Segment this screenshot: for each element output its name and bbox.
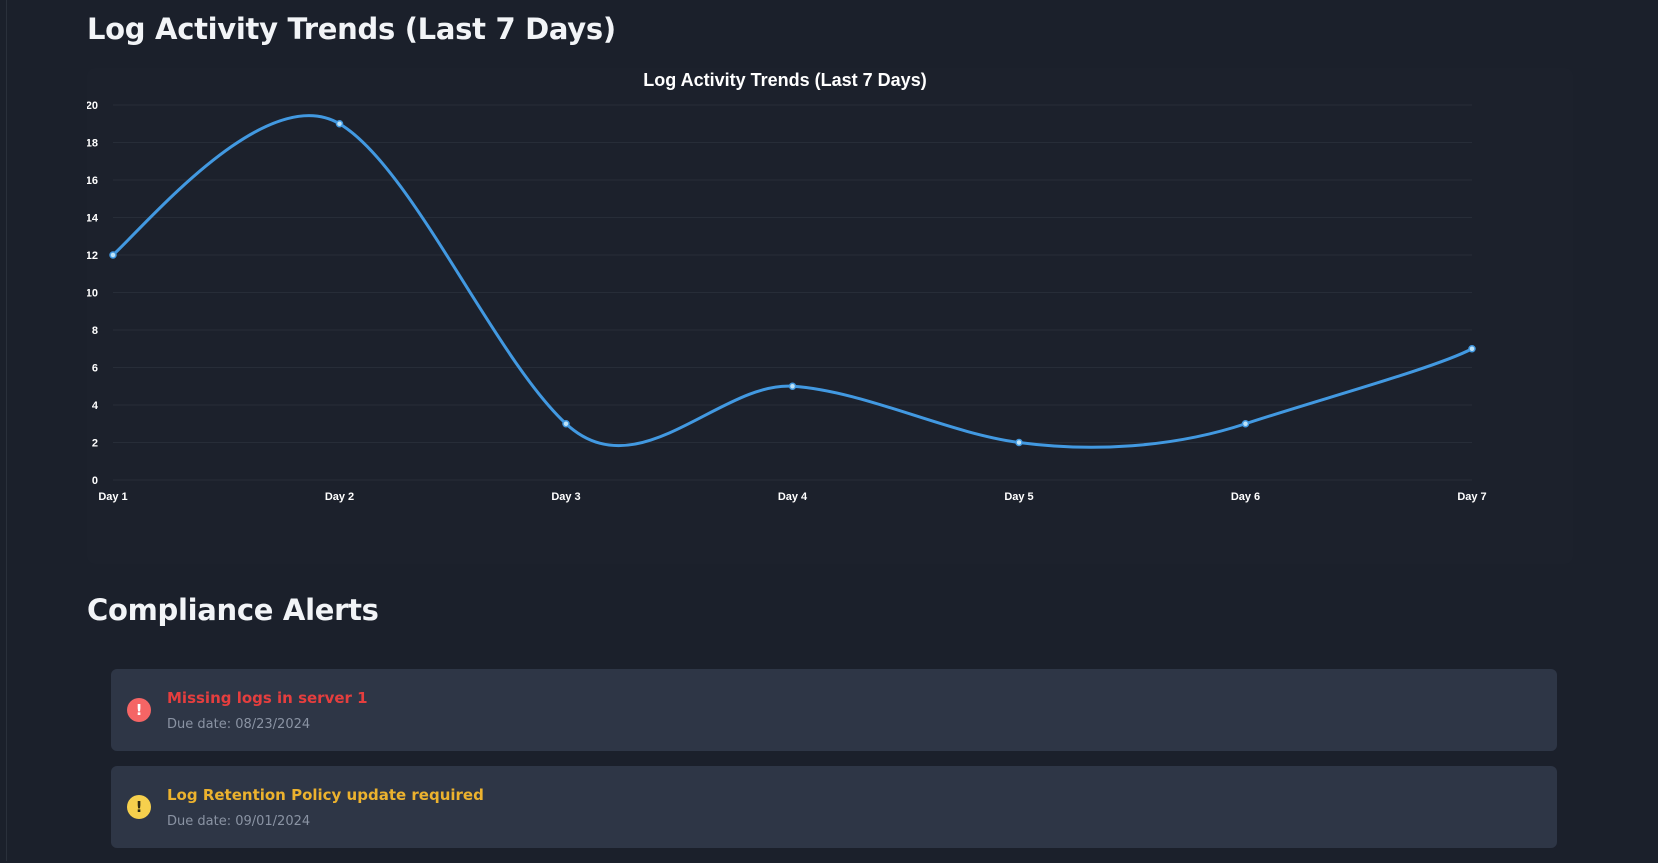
y-tick-label: 20 xyxy=(87,100,98,112)
warning-circle-icon: ! xyxy=(127,795,151,819)
y-tick-label: 8 xyxy=(92,325,98,337)
chart-title: Log Activity Trends (Last 7 Days) xyxy=(643,70,926,90)
y-tick-label: 16 xyxy=(87,175,98,187)
series-line xyxy=(111,114,1473,449)
compliance-alerts-section-title: Compliance Alerts xyxy=(87,593,379,627)
y-tick-label: 4 xyxy=(92,400,99,412)
data-point[interactable] xyxy=(1468,345,1476,353)
data-point[interactable] xyxy=(788,382,797,390)
x-tick-label: Day 5 xyxy=(1004,491,1033,503)
alert-item[interactable]: ! Missing logs in server 1 Due date: 08/… xyxy=(111,669,1557,751)
alert-title: Missing logs in server 1 xyxy=(167,689,368,707)
data-point[interactable] xyxy=(1015,438,1023,447)
log-activity-line-chart: Log Activity Trends (Last 7 Days) 0 2 4 6 8 1… xyxy=(87,70,1487,503)
log-activity-chart-card: Log Activity Trends (Last 7 Days) 0 2 4 6 8 1… xyxy=(87,68,1573,564)
data-point[interactable] xyxy=(562,420,570,428)
alert-due-date: Due date: 09/01/2024 xyxy=(167,814,311,829)
left-divider xyxy=(6,0,7,861)
data-point[interactable] xyxy=(109,251,117,259)
y-tick-label: 0 xyxy=(92,475,98,487)
y-tick-label: 14 xyxy=(87,213,99,225)
data-point[interactable] xyxy=(1241,420,1250,428)
alert-due-date: Due date: 08/23/2024 xyxy=(167,717,311,732)
x-tick-label: Day 3 xyxy=(551,491,580,503)
data-point[interactable] xyxy=(335,120,344,128)
x-tick-label: Day 2 xyxy=(325,491,354,503)
y-tick-label: 6 xyxy=(92,363,98,375)
exclamation-circle-icon: ! xyxy=(127,698,151,722)
x-tick-label: Day 1 xyxy=(98,491,127,503)
y-tick-label: 12 xyxy=(87,250,98,262)
alert-list: ! Missing logs in server 1 Due date: 08/… xyxy=(111,669,1557,863)
y-tick-label: 10 xyxy=(87,288,98,300)
x-tick-label: Day 6 xyxy=(1231,491,1260,503)
alert-item[interactable]: ! Log Retention Policy update required D… xyxy=(111,766,1557,848)
x-tick-label: Day 7 xyxy=(1457,491,1486,503)
alert-title: Log Retention Policy update required xyxy=(167,786,484,804)
log-activity-section-title: Log Activity Trends (Last 7 Days) xyxy=(87,12,616,46)
x-tick-label: Day 4 xyxy=(778,491,808,503)
y-tick-label: 18 xyxy=(87,138,98,150)
y-tick-label: 2 xyxy=(92,438,98,450)
